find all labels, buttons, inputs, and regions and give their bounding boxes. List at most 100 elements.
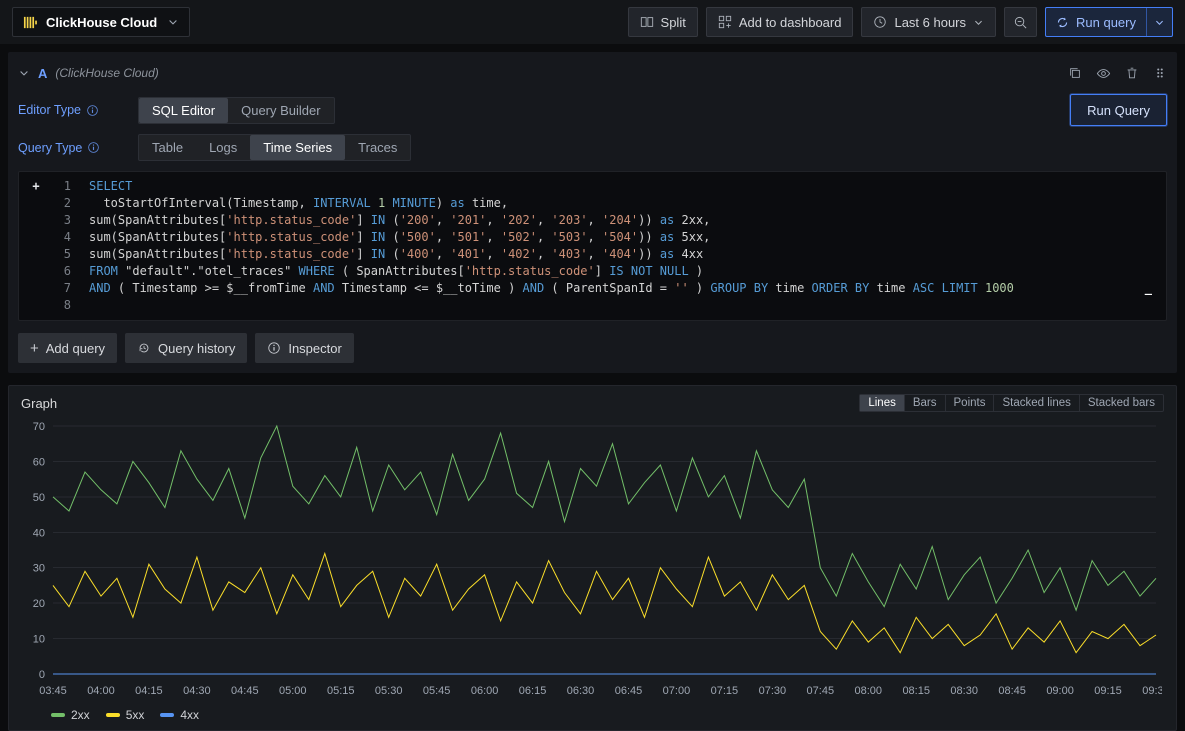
y-tick-label: 40	[33, 527, 45, 539]
timeseries-chart[interactable]: 01020304050607003:4504:0004:1504:3004:45…	[21, 416, 1162, 708]
gutter-spacer	[19, 280, 53, 297]
x-tick-label: 09:00	[1046, 685, 1074, 697]
sync-icon	[1056, 16, 1069, 29]
gutter-spacer	[19, 195, 53, 212]
legend-item-5xx[interactable]: 5xx	[106, 708, 145, 722]
add-to-dashboard-label: Add to dashboard	[739, 15, 842, 30]
clickhouse-logo-icon	[23, 15, 38, 30]
split-button[interactable]: Split	[628, 7, 698, 37]
editor-type-option-query-builder[interactable]: Query Builder	[228, 98, 333, 123]
x-tick-label: 09:30	[1142, 685, 1162, 697]
graph-panel: Graph LinesBarsPointsStacked linesStacke…	[8, 385, 1177, 731]
run-query-topbar-button[interactable]: Run query	[1045, 7, 1173, 37]
datasource-label: ClickHouse Cloud	[46, 15, 157, 30]
inspector-button[interactable]: Inspector	[255, 333, 353, 363]
sql-code-text: FROM "default"."otel_traces" WHERE ( Spa…	[89, 263, 703, 280]
duplicate-query-icon[interactable]	[1068, 66, 1082, 81]
legend-label-4xx: 4xx	[180, 708, 199, 722]
time-range-picker[interactable]: Last 6 hours	[861, 7, 996, 37]
delete-query-trash-icon[interactable]	[1125, 66, 1139, 81]
sql-code-text: sum(SpanAttributes['http.status_code'] I…	[89, 246, 703, 263]
x-tick-label: 04:30	[183, 685, 211, 697]
drag-handle-icon[interactable]	[1153, 66, 1167, 81]
series-2xx-line	[53, 426, 1156, 610]
query-type-segmented-control: TableLogsTime SeriesTraces	[138, 134, 411, 161]
hide-query-eye-icon[interactable]	[1096, 66, 1111, 81]
x-tick-label: 05:30	[375, 685, 403, 697]
chevron-down-icon	[167, 16, 179, 28]
add-query-label: Add query	[46, 341, 105, 356]
x-tick-label: 05:15	[327, 685, 355, 697]
graph-mode-segmented-control: LinesBarsPointsStacked linesStacked bars	[859, 394, 1164, 412]
query-history-button[interactable]: Query history	[125, 333, 247, 363]
y-tick-label: 30	[33, 563, 45, 575]
query-type-option-time-series[interactable]: Time Series	[250, 135, 345, 160]
x-tick-label: 07:00	[663, 685, 691, 697]
run-query-caret[interactable]	[1147, 8, 1172, 36]
sql-code-text: toStartOfInterval(Timestamp, INTERVAL 1 …	[89, 195, 508, 212]
legend-item-4xx[interactable]: 4xx	[160, 708, 199, 722]
graph-mode-stacked-lines[interactable]: Stacked lines	[993, 395, 1078, 411]
sql-code-editor[interactable]: +1SELECT2 toStartOfInterval(Timestamp, I…	[18, 171, 1167, 321]
x-tick-label: 04:15	[135, 685, 163, 697]
query-type-option-table[interactable]: Table	[139, 135, 196, 160]
x-tick-label: 06:45	[615, 685, 643, 697]
sql-code-text: sum(SpanAttributes['http.status_code'] I…	[89, 212, 710, 229]
legend-swatch-5xx	[106, 713, 120, 717]
x-tick-label: 07:15	[711, 685, 739, 697]
sql-line[interactable]: 3sum(SpanAttributes['http.status_code'] …	[19, 212, 1166, 229]
graph-mode-bars[interactable]: Bars	[904, 395, 945, 411]
run-query-label: Run query	[1076, 15, 1136, 30]
editor-type-segmented-control: SQL EditorQuery Builder	[138, 97, 335, 124]
graph-mode-points[interactable]: Points	[945, 395, 994, 411]
plus-icon: +	[30, 341, 39, 356]
add-query-button[interactable]: + Add query	[18, 333, 117, 363]
sql-line[interactable]: 7 AND ( Timestamp >= $__fromTime AND Time…	[19, 280, 1166, 297]
x-tick-label: 07:30	[759, 685, 787, 697]
datasource-picker[interactable]: ClickHouse Cloud	[12, 7, 190, 37]
query-datasource-hint: (ClickHouse Cloud)	[55, 66, 158, 80]
info-icon[interactable]	[86, 104, 99, 117]
graph-mode-stacked-bars[interactable]: Stacked bars	[1079, 395, 1163, 411]
query-type-option-traces[interactable]: Traces	[345, 135, 410, 160]
graph-panel-title: Graph	[21, 396, 57, 411]
add-line-icon[interactable]: +	[19, 178, 53, 195]
line-number: 7	[53, 280, 71, 297]
add-to-dashboard-button[interactable]: Add to dashboard	[706, 7, 854, 37]
sql-line[interactable]: 4sum(SpanAttributes['http.status_code'] …	[19, 229, 1166, 246]
x-tick-label: 03:45	[39, 685, 67, 697]
sql-line[interactable]: 2 toStartOfInterval(Timestamp, INTERVAL …	[19, 195, 1166, 212]
sql-code-text: AND ( Timestamp >= $__fromTime AND Times…	[89, 280, 1014, 297]
gutter-spacer	[19, 212, 53, 229]
x-tick-label: 09:15	[1094, 685, 1122, 697]
sql-line[interactable]: 6FROM "default"."otel_traces" WHERE ( Sp…	[19, 263, 1166, 280]
collapse-chevron-icon[interactable]	[18, 67, 30, 79]
query-type-label-text: Query Type	[18, 141, 82, 155]
x-tick-label: 08:00	[854, 685, 882, 697]
sql-line[interactable]: 8	[19, 297, 1166, 314]
x-tick-label: 06:15	[519, 685, 547, 697]
graph-mode-lines[interactable]: Lines	[860, 395, 904, 411]
editor-type-option-sql-editor[interactable]: SQL Editor	[139, 98, 228, 123]
gutter-spacer	[19, 229, 53, 246]
line-number: 1	[53, 178, 71, 195]
sql-line[interactable]: 5sum(SpanAttributes['http.status_code'] …	[19, 246, 1166, 263]
info-icon[interactable]	[87, 141, 100, 154]
gutter-spacer	[19, 263, 53, 280]
legend-item-2xx[interactable]: 2xx	[51, 708, 90, 722]
legend-swatch-4xx	[160, 713, 174, 717]
topbar-actions: Split Add to dashboard Last 6 hours	[628, 7, 1173, 37]
query-row-header: A (ClickHouse Cloud)	[18, 60, 1167, 86]
chart-legend: 2xx 5xx 4xx	[21, 708, 1164, 726]
zoom-out-button[interactable]	[1004, 7, 1037, 37]
history-icon	[137, 341, 151, 355]
sql-line[interactable]: +1SELECT	[19, 178, 1166, 195]
line-number: 2	[53, 195, 71, 212]
run-query-panel-button[interactable]: Run Query	[1070, 94, 1167, 126]
query-type-option-logs[interactable]: Logs	[196, 135, 250, 160]
apps-grid-icon	[718, 15, 732, 29]
query-ref-id[interactable]: A	[38, 66, 47, 81]
query-type-row: Query Type TableLogsTime SeriesTraces	[18, 134, 1167, 161]
x-tick-label: 05:45	[423, 685, 451, 697]
query-editor-pane: A (ClickHouse Cloud) Editor Type SQL Edi…	[8, 52, 1177, 373]
